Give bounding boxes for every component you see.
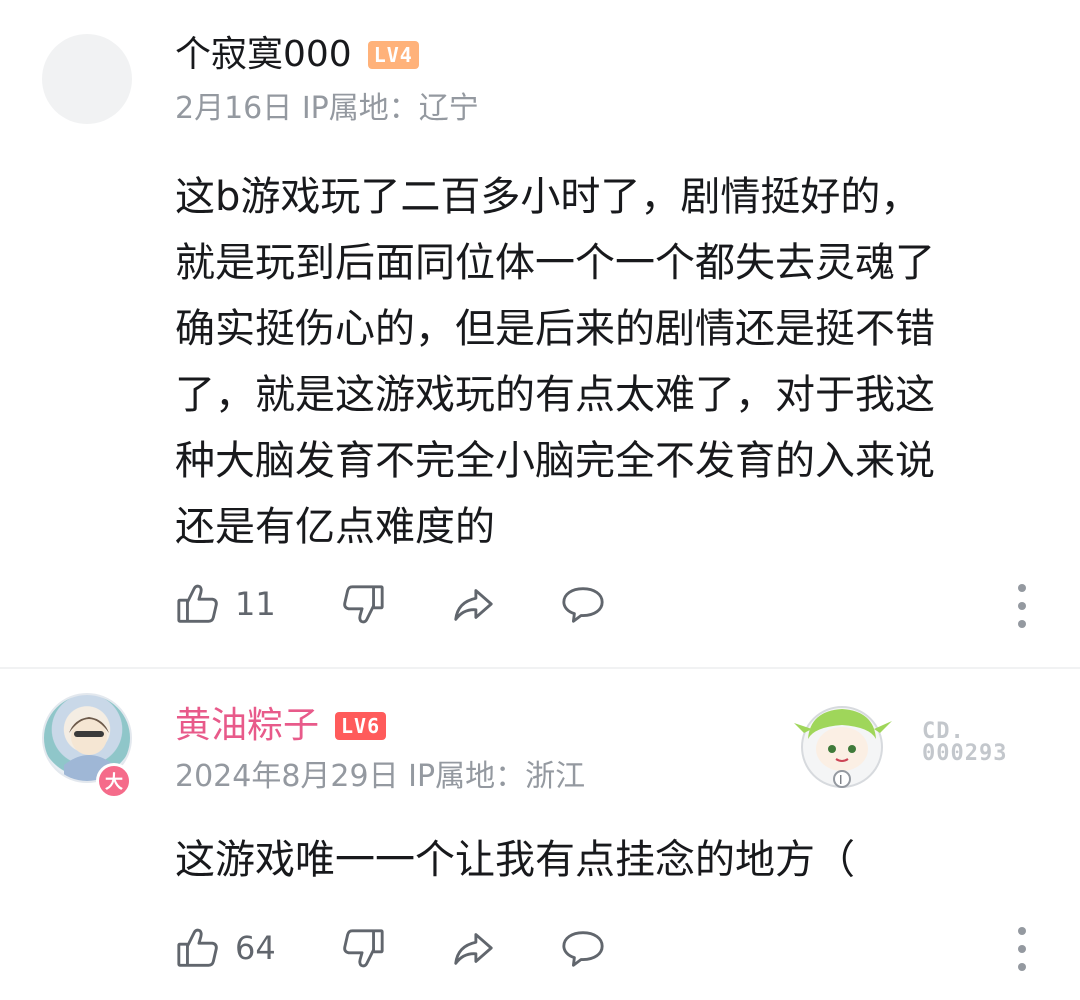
username[interactable]: 个寂寞000 xyxy=(175,30,352,80)
username[interactable]: 黄油粽子 xyxy=(175,701,319,751)
share-button[interactable] xyxy=(450,925,560,971)
ip-location: IP属地：浙江 xyxy=(408,759,586,794)
level-badge: LV6 xyxy=(335,712,387,740)
reply-icon xyxy=(562,931,604,967)
comment-date: 2月16日 xyxy=(175,91,293,126)
like-button[interactable]: 64 xyxy=(175,925,340,971)
comment-date: 2024年8月29日 xyxy=(175,759,399,794)
svg-text:I: I xyxy=(839,773,843,787)
level-badge: LV4 xyxy=(367,41,419,69)
fan-card-number: CD. 000293 xyxy=(922,719,1008,766)
action-bar: 11 xyxy=(175,579,606,629)
dislike-icon xyxy=(343,585,384,624)
like-count: 11 xyxy=(235,585,276,623)
dislike-icon xyxy=(343,929,384,968)
action-bar: 64 xyxy=(175,923,606,973)
comment-text: 这游戏唯一一个让我有点挂念的地方（ xyxy=(175,837,855,883)
username-row: 黄油粽子 LV6 xyxy=(175,701,387,751)
dislike-button[interactable] xyxy=(340,581,450,627)
comment-meta: 2024年8月29日 IP属地：浙江 xyxy=(175,757,585,797)
like-count: 64 xyxy=(235,929,276,967)
more-icon[interactable] xyxy=(1012,584,1032,628)
avatar-badge: 大 xyxy=(96,763,132,799)
like-icon xyxy=(177,928,218,967)
comment-meta: 2月16日 IP属地：辽宁 xyxy=(175,89,479,129)
like-icon xyxy=(177,584,218,623)
avatar[interactable] xyxy=(42,34,132,124)
ip-location: IP属地：辽宁 xyxy=(301,91,479,126)
like-button[interactable]: 11 xyxy=(175,581,340,627)
more-icon[interactable] xyxy=(1012,927,1032,971)
reply-button[interactable] xyxy=(560,581,606,627)
comment-text: 这b游戏玩了二百多小时了，剧情挺好的， 就是玩到后面同位体一个一个都失去灵魂了 … xyxy=(175,174,935,550)
username-row: 个寂寞000 LV4 xyxy=(175,30,419,80)
share-button[interactable] xyxy=(450,581,560,627)
comment-item: 个寂寞000 LV4 2月16日 IP属地：辽宁 这b游戏玩了二百多小时了，剧情… xyxy=(0,0,1080,668)
fan-card-sticker-icon[interactable]: I xyxy=(790,699,900,789)
dislike-button[interactable] xyxy=(340,925,450,971)
share-icon xyxy=(454,589,493,621)
comment-item: 大 黄油粽子 LV6 2024年8月29日 IP属地：浙江 I CD. 0002… xyxy=(0,669,1080,1000)
share-icon xyxy=(454,933,493,965)
reply-icon xyxy=(562,587,604,623)
reply-button[interactable] xyxy=(560,925,606,971)
